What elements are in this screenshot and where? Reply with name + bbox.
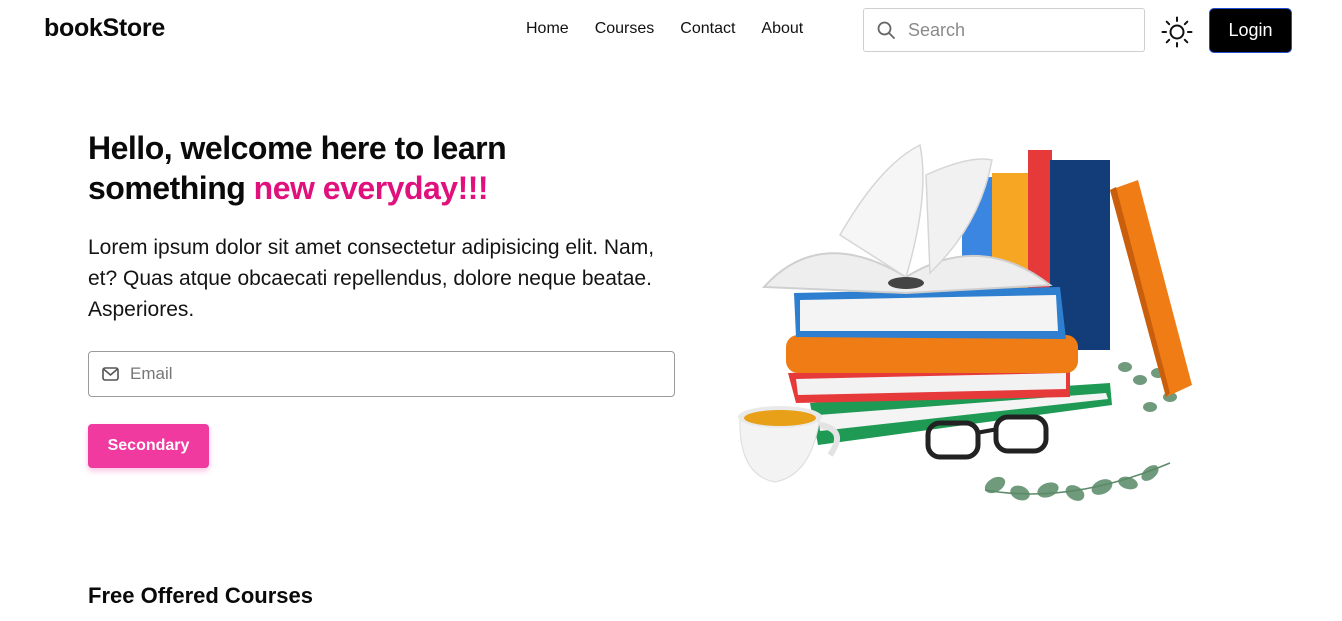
main-nav: Home Courses Contact About: [526, 20, 803, 38]
nav-about[interactable]: About: [761, 20, 803, 38]
hero-title-line2: something: [88, 170, 254, 206]
secondary-button[interactable]: Secondary: [88, 424, 209, 468]
login-button[interactable]: Login: [1209, 8, 1292, 53]
books-illustration: [738, 143, 1192, 501]
brand-logo[interactable]: bookStore: [44, 14, 165, 43]
hero-title-accent: new everyday!!!: [253, 170, 489, 206]
hero-description: Lorem ipsum dolor sit amet consectetur a…: [88, 236, 655, 321]
hero-title-line1: Hello, welcome here to learn: [88, 130, 507, 166]
search-box: [863, 8, 1145, 52]
mail-icon: [102, 367, 119, 381]
hero-title: Hello, welcome here to learn something n…: [88, 128, 648, 208]
nav-courses[interactable]: Courses: [595, 20, 655, 38]
nav-home[interactable]: Home: [526, 20, 569, 38]
section-title: Free Offered Courses: [88, 583, 313, 608]
email-field-wrapper: [88, 351, 675, 397]
sun-icon[interactable]: [1160, 15, 1194, 49]
email-field[interactable]: [128, 363, 652, 385]
search-input[interactable]: [906, 18, 1130, 42]
search-icon: [877, 21, 895, 39]
nav-contact[interactable]: Contact: [680, 20, 735, 38]
